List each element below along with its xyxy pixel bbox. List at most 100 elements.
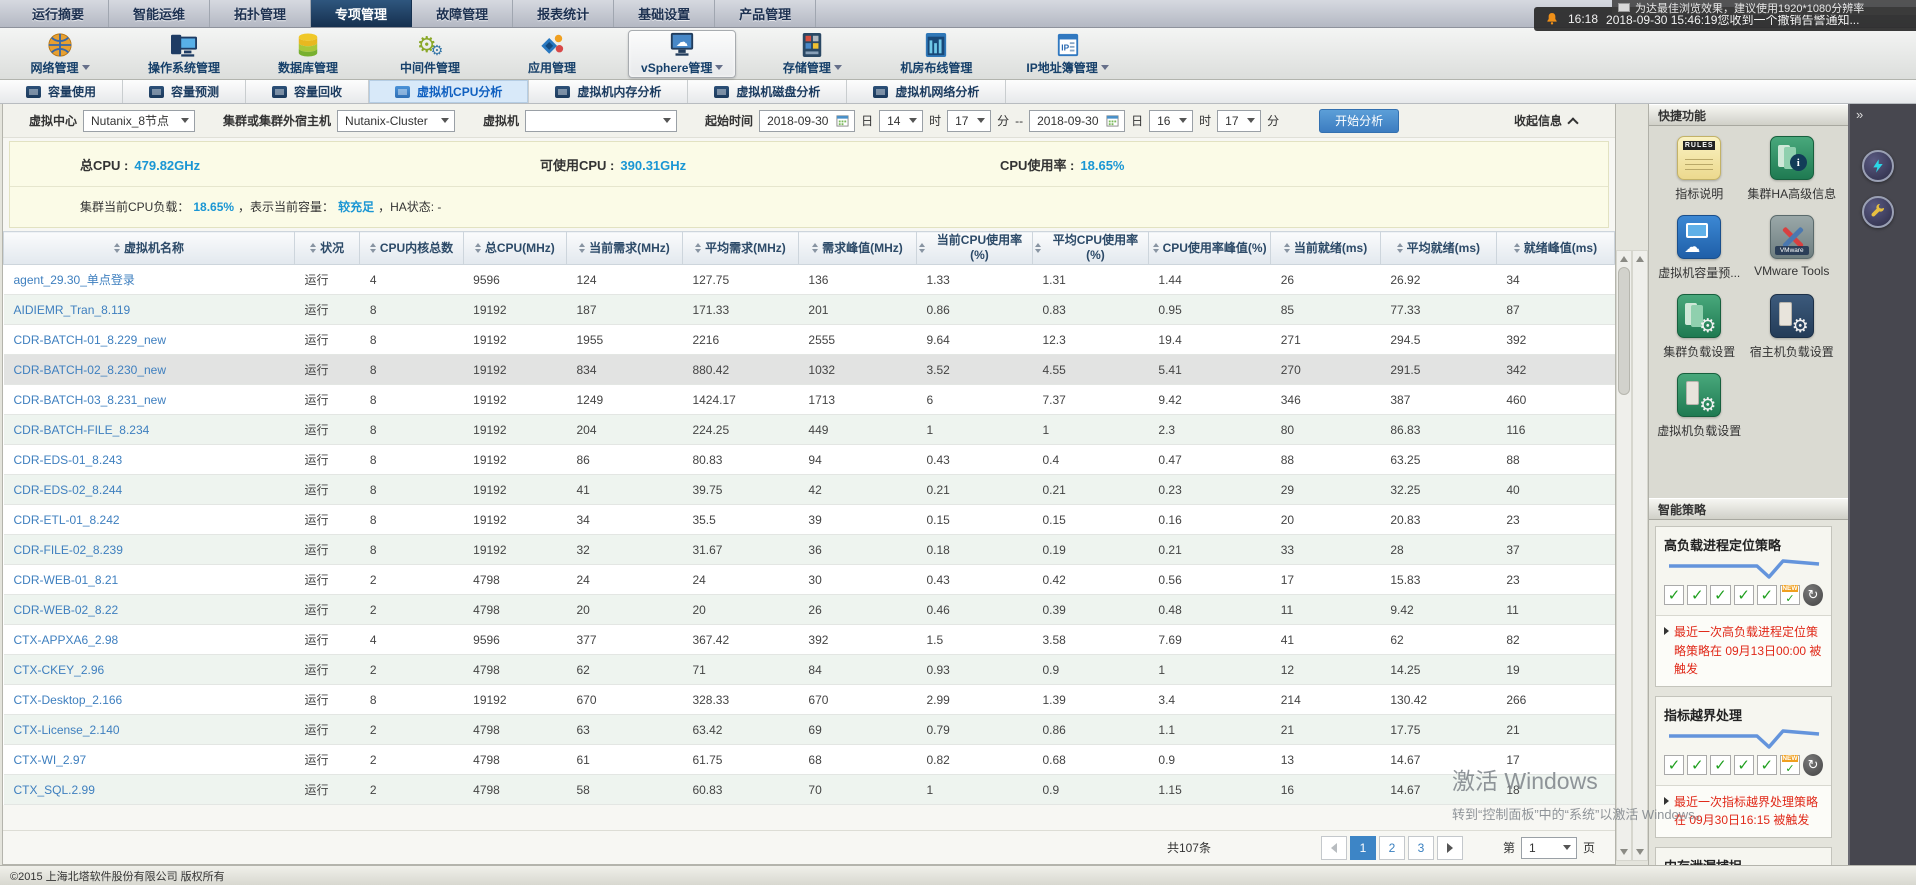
table-row[interactable]: CDR-ETL-01_8.242 运行 8 19192 34 35.5 39 0.15 0.15… bbox=[3, 504, 1615, 535]
tools-button[interactable] bbox=[1862, 196, 1894, 228]
page-jump-select[interactable]: 1 bbox=[1520, 836, 1577, 859]
table-row[interactable]: CTX-APPXA6_2.98 运行 4 9596 377 367.42 392 1.5 3.5… bbox=[3, 624, 1615, 655]
end-date-input[interactable]: 2018-09-30 bbox=[1029, 109, 1126, 132]
column-header-7[interactable]: 当前CPU使用率(%) bbox=[916, 231, 1033, 265]
policy-new-check-icon[interactable]: NEW ✓ bbox=[1779, 585, 1801, 605]
table-row[interactable]: AIDIEMR_Tran_8.119 运行 8 19192 187 171.33 201 0.… bbox=[3, 294, 1615, 325]
page-scrollbar[interactable] bbox=[1632, 250, 1648, 861]
column-header-5[interactable]: 平均需求(MHz) bbox=[682, 231, 799, 265]
ribbon-item-application[interactable]: 应用管理 bbox=[506, 30, 598, 78]
table-row[interactable]: CDR-FILE-02_8.239 运行 8 19192 32 31.67 36 0.18 0.… bbox=[3, 534, 1615, 565]
policy-check-icon[interactable]: ✓ bbox=[1687, 754, 1708, 775]
column-header-3[interactable]: 总CPU(MHz) bbox=[463, 231, 567, 265]
subtab-vm-network-analysis[interactable]: 虚拟机网络分析 bbox=[847, 80, 1007, 103]
vm-name-link[interactable]: CTX-Desktop_2.166 bbox=[14, 693, 123, 707]
table-row[interactable]: CTX-License_2.140 运行 2 4798 63 63.42 69 0.79 0.8… bbox=[3, 714, 1615, 745]
policy-history-icon[interactable]: ↻ bbox=[1803, 584, 1824, 606]
table-row[interactable]: CDR-EDS-01_8.243 运行 8 19192 86 80.83 94 0.43 0.4… bbox=[3, 444, 1615, 475]
table-row[interactable]: CTX-Desktop_2.166 运行 8 19192 670 328.33 670 2.9… bbox=[3, 684, 1615, 715]
vm-name-link[interactable]: CTX-License_2.140 bbox=[14, 723, 120, 737]
vm-name-link[interactable]: CDR-BATCH-FILE_8.234 bbox=[14, 423, 150, 437]
vm-name-link[interactable]: CDR-FILE-02_8.239 bbox=[14, 543, 123, 557]
ribbon-item-middleware[interactable]: ⚙ ⚙ 中间件管理 bbox=[384, 30, 476, 78]
column-header-8[interactable]: 平均CPU使用率(%) bbox=[1032, 231, 1149, 265]
scroll-up-arrow[interactable] bbox=[1636, 256, 1644, 262]
column-header-10[interactable]: 当前就绪(ms) bbox=[1270, 231, 1381, 265]
vm-name-link[interactable]: AIDIEMR_Tran_8.119 bbox=[14, 303, 131, 317]
policy-check-icon[interactable]: ✓ bbox=[1687, 585, 1708, 605]
column-header-2[interactable]: CPU内核总数 bbox=[359, 231, 464, 265]
policy-check-icon[interactable]: ✓ bbox=[1733, 754, 1754, 775]
vm-name-link[interactable]: CTX-CKEY_2.96 bbox=[14, 663, 105, 677]
analyze-button[interactable]: 开始分析 bbox=[1319, 108, 1400, 133]
vm-name-link[interactable]: CDR-BATCH-03_8.231_new bbox=[14, 393, 167, 407]
scroll-down-arrow[interactable] bbox=[1620, 849, 1628, 855]
policy-check-icon[interactable]: ✓ bbox=[1756, 754, 1777, 775]
subtab-vm-disk-analysis[interactable]: 虚拟机磁盘分析 bbox=[688, 80, 848, 103]
menu-item-basic-settings[interactable]: 基础设置 bbox=[614, 0, 716, 27]
vcenter-select[interactable]: Nutanix_8节点 bbox=[83, 109, 196, 132]
table-row[interactable]: CDR-BATCH-02_8.230_new 运行 8 19192 834 880.42 1… bbox=[3, 354, 1615, 385]
collapse-sidebar-icon[interactable]: » bbox=[1856, 107, 1863, 122]
end-hour-select[interactable]: 16 bbox=[1149, 109, 1194, 132]
table-scrollbar[interactable] bbox=[1616, 250, 1632, 861]
vm-name-link[interactable]: CDR-WEB-01_8.21 bbox=[14, 573, 119, 587]
column-header-12[interactable]: 就绪峰值(ms) bbox=[1496, 231, 1615, 265]
policy-check-icon[interactable]: ✓ bbox=[1710, 585, 1731, 605]
table-row[interactable]: CTX-WI_2.97 运行 2 4798 61 61.75 68 0.82 0.68 0.9 13… bbox=[3, 744, 1615, 775]
vm-select[interactable] bbox=[525, 109, 678, 132]
ribbon-item-vsphere[interactable]: ☁ vSphere管理 bbox=[628, 29, 737, 78]
quick-item-vmware-tools[interactable]: VMware VMware Tools bbox=[1746, 215, 1839, 281]
ribbon-item-storage[interactable]: 存储管理 bbox=[766, 30, 858, 78]
column-header-4[interactable]: 当前需求(MHz) bbox=[566, 231, 683, 265]
policy-check-icon[interactable]: ✓ bbox=[1756, 585, 1777, 605]
subtab-vm-memory-analysis[interactable]: 虚拟机内存分析 bbox=[529, 80, 689, 103]
vm-name-link[interactable]: agent_29.30_单点登录 bbox=[14, 273, 135, 287]
end-minute-select[interactable]: 17 bbox=[1217, 109, 1262, 132]
table-row[interactable]: CTX_SQL.2.99 运行 2 4798 58 60.83 70 1 0.9 1.15 16 14… bbox=[3, 774, 1615, 805]
page-button-3[interactable]: 3 bbox=[1407, 835, 1434, 860]
table-row[interactable]: agent_29.30_单点登录 运行 4 9596 124 127.75 136 1.33 1… bbox=[3, 264, 1615, 295]
table-row[interactable]: CDR-BATCH-03_8.231_new 运行 8 19192 1249 1424.1… bbox=[3, 384, 1615, 415]
subtab-capacity-forecast[interactable]: 容量预测 bbox=[123, 80, 247, 103]
quick-item-host-load-settings[interactable]: ⚙ 宿主机负载设置 bbox=[1746, 294, 1839, 360]
menu-item-topology-mgmt[interactable]: 拓扑管理 bbox=[210, 0, 312, 27]
vm-name-link[interactable]: CTX-WI_2.97 bbox=[14, 753, 87, 767]
table-row[interactable]: CDR-BATCH-FILE_8.234 运行 8 19192 204 224.25 449… bbox=[3, 414, 1615, 445]
column-header-11[interactable]: 平均就绪(ms) bbox=[1380, 231, 1497, 265]
vm-name-link[interactable]: CDR-BATCH-01_8.229_new bbox=[14, 333, 167, 347]
table-row[interactable]: CDR-EDS-02_8.244 运行 8 19192 41 39.75 42 0.21 0.2… bbox=[3, 474, 1615, 505]
column-header-9[interactable]: CPU使用率峰值(%) bbox=[1148, 231, 1272, 265]
subtab-capacity-usage[interactable]: 容量使用 bbox=[0, 80, 124, 103]
policy-check-icon[interactable]: ✓ bbox=[1664, 585, 1685, 605]
ribbon-item-os[interactable]: 操作系统管理 bbox=[136, 30, 232, 78]
menu-item-product-mgmt[interactable]: 产品管理 bbox=[715, 0, 817, 27]
vm-name-link[interactable]: CDR-BATCH-02_8.230_new bbox=[14, 363, 167, 377]
table-row[interactable]: CTX-CKEY_2.96 运行 2 4798 62 71 84 0.93 0.9 1 12 14.2… bbox=[3, 654, 1615, 685]
policy-check-icon[interactable]: ✓ bbox=[1664, 754, 1685, 775]
ribbon-item-database[interactable]: 数据库管理 bbox=[262, 30, 354, 78]
vm-name-link[interactable]: CDR-ETL-01_8.242 bbox=[14, 513, 120, 527]
menu-item-smart-ops[interactable]: 智能运维 bbox=[109, 0, 211, 27]
table-row[interactable]: CDR-BATCH-01_8.229_new 运行 8 19192 1955 2216 25… bbox=[3, 324, 1615, 355]
start-date-input[interactable]: 2018-09-30 bbox=[759, 109, 856, 132]
scrollbar-thumb[interactable] bbox=[1618, 267, 1630, 395]
start-hour-select[interactable]: 14 bbox=[879, 109, 924, 132]
quick-action-button[interactable] bbox=[1862, 150, 1894, 182]
policy-check-icon[interactable]: ✓ bbox=[1710, 754, 1731, 775]
menu-item-run-summary[interactable]: 运行摘要 bbox=[8, 0, 110, 27]
quick-item-vm-capacity-forecast[interactable]: ☁ 虚拟机容量预... bbox=[1653, 215, 1746, 281]
start-minute-select[interactable]: 17 bbox=[947, 109, 992, 132]
vm-name-link[interactable]: CDR-EDS-02_8.244 bbox=[14, 483, 123, 497]
column-header-1[interactable]: 状况 bbox=[294, 231, 361, 265]
quick-item-vm-load-settings[interactable]: ⚙ 虚拟机负载设置 bbox=[1653, 373, 1746, 439]
vm-name-link[interactable]: CDR-EDS-01_8.243 bbox=[14, 453, 123, 467]
vm-name-link[interactable]: CTX-APPXA6_2.98 bbox=[14, 633, 119, 647]
vm-name-link[interactable]: CDR-WEB-02_8.22 bbox=[14, 603, 119, 617]
menu-item-fault-mgmt[interactable]: 故障管理 bbox=[412, 0, 514, 27]
ribbon-item-network[interactable]: 网络管理 bbox=[14, 30, 106, 78]
scroll-up-arrow[interactable] bbox=[1620, 256, 1628, 262]
quick-item-metric-help[interactable]: RULES 指标说明 bbox=[1653, 136, 1746, 202]
subtab-capacity-recycle[interactable]: 容量回收 bbox=[246, 80, 370, 103]
ribbon-item-cabling[interactable]: 机房布线管理 bbox=[888, 30, 984, 78]
